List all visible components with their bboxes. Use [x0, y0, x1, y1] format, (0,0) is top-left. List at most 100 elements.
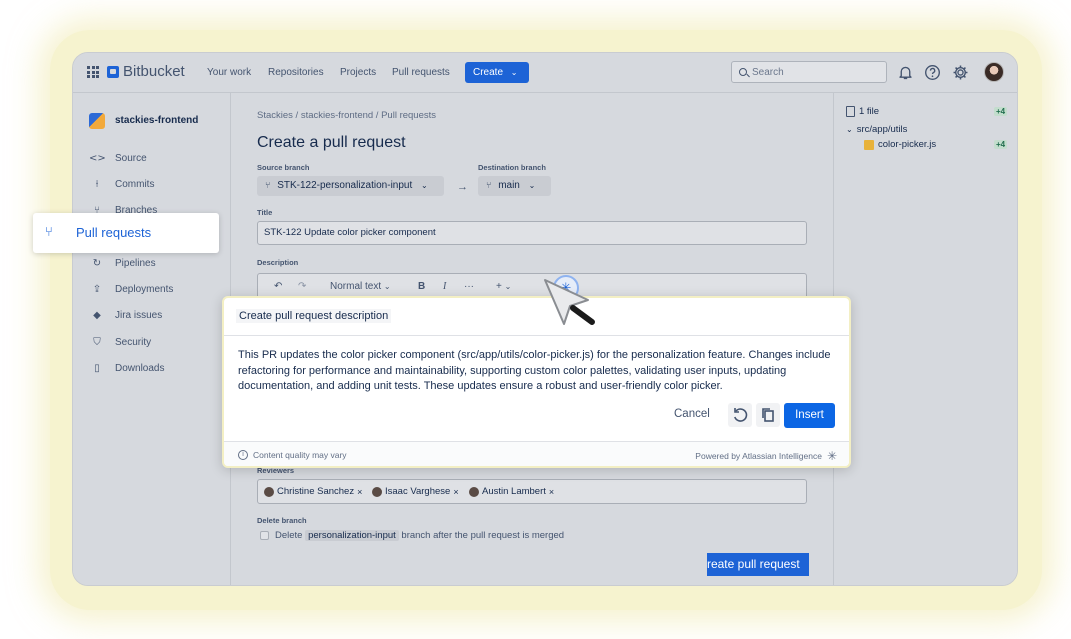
files-count[interactable]: 1 file: [846, 106, 879, 117]
bitbucket-logo-icon[interactable]: [107, 66, 119, 78]
sidebar-item-label: Downloads: [115, 362, 165, 374]
copy-icon: [762, 408, 774, 422]
branch-name-chip: personalization-input: [305, 530, 399, 541]
branch-icon: ⑂: [486, 181, 492, 191]
chevron-down-icon: ⌄: [504, 282, 512, 291]
breadcrumb-repo[interactable]: stackies-frontend: [301, 110, 373, 121]
app-switcher-icon[interactable]: [87, 66, 99, 78]
sidebar-item-deployments[interactable]: ⇪ Deployments: [89, 282, 174, 296]
breadcrumb-pull-requests[interactable]: Pull requests: [381, 110, 436, 121]
source-branch-label: Source branch: [257, 163, 310, 172]
dialog-title: Create pull request description: [236, 309, 392, 323]
create-pull-request-button[interactable]: Create pull request: [707, 553, 809, 576]
breadcrumb-stackies[interactable]: Stackies: [257, 110, 293, 121]
cancel-button[interactable]: Cancel: [674, 408, 710, 420]
sidebar-item-label: Deployments: [115, 283, 174, 295]
create-pull-request-label: Create pull request: [707, 557, 800, 571]
create-button-label: Create: [473, 67, 504, 78]
pipelines-icon: ↻: [92, 257, 102, 269]
file-icon: [846, 106, 855, 117]
folder-row[interactable]: ⌄ src/app/utils: [846, 124, 907, 135]
quality-disclaimer: i Content quality may vary: [238, 450, 347, 460]
powered-by: Powered by Atlassian Intelligence ✳: [695, 449, 837, 463]
user-avatar[interactable]: [984, 62, 1004, 82]
reviewer-chip[interactable]: Christine Sanchez ×: [264, 486, 362, 497]
delete-text-pre: Delete: [275, 530, 303, 541]
shield-icon: ⛉: [93, 336, 101, 348]
reviewers-input[interactable]: Christine Sanchez × Isaac Varghese × Aus…: [257, 479, 807, 504]
sidebar-item-label: Pipelines: [115, 257, 156, 269]
file-diff: +4: [994, 140, 1008, 149]
breadcrumb-separator: /: [292, 110, 301, 121]
dialog-header: Create pull request description: [224, 298, 849, 336]
pull-request-icon: ⑂: [45, 225, 53, 240]
delete-text-post: branch after the pull request is merged: [401, 530, 565, 541]
title-label: Title: [257, 208, 273, 217]
sidebar-item-jira-issues[interactable]: ◆ Jira issues: [89, 308, 162, 322]
sidebar-item-label: Commits: [115, 178, 155, 190]
reviewer-name: Austin Lambert: [482, 486, 546, 497]
source-branch-value: STK-122-personalization-input: [277, 180, 413, 191]
regenerate-button[interactable]: [728, 403, 752, 427]
notification-icon[interactable]: [897, 64, 914, 81]
copy-button[interactable]: [756, 403, 780, 427]
bold-button[interactable]: B: [418, 281, 425, 292]
nav-projects[interactable]: Projects: [340, 67, 376, 78]
page-title: Create a pull request: [257, 134, 406, 151]
delete-branch-checkbox[interactable]: [260, 531, 269, 540]
destination-branch-select[interactable]: ⑂ main ⌄: [478, 176, 551, 196]
close-icon[interactable]: ×: [453, 487, 458, 497]
reviewer-chip[interactable]: Austin Lambert ×: [469, 486, 554, 497]
delete-branch-text: Delete personalization-input branch afte…: [275, 530, 564, 541]
repository-name[interactable]: stackies-frontend: [115, 115, 198, 126]
files-panel: 1 file +4 ⌄ src/app/utils color-picker.j…: [833, 93, 1017, 585]
dialog-footer: i Content quality may vary Powered by At…: [224, 441, 849, 466]
sidebar-item-security[interactable]: ⛉ Security: [89, 335, 151, 349]
avatar: [469, 486, 479, 497]
jira-icon: ◆: [93, 309, 101, 321]
chevron-down-icon: ⌄: [421, 181, 428, 190]
redo-icon[interactable]: ↷: [298, 281, 306, 292]
generated-description: This PR updates the color picker compone…: [238, 349, 831, 392]
sidebar-item-source[interactable]: <> Source: [89, 151, 147, 165]
settings-icon[interactable]: [952, 64, 969, 81]
mouse-cursor-icon: [544, 279, 595, 325]
sidebar-item-pull-requests[interactable]: ⑂ Pull requests: [33, 213, 219, 253]
refresh-icon: [734, 408, 748, 422]
nav-pull-requests[interactable]: Pull requests: [392, 67, 450, 78]
javascript-file-icon: [864, 139, 874, 150]
app-name[interactable]: Bitbucket: [123, 63, 185, 80]
reviewer-chip[interactable]: Isaac Varghese ×: [372, 486, 459, 497]
source-branch-select[interactable]: ⑂ STK-122-personalization-input ⌄: [257, 176, 444, 196]
text-style-dropdown[interactable]: Normal text ⌄: [330, 281, 391, 292]
commit-icon: ⍿: [95, 178, 99, 190]
file-row[interactable]: color-picker.js: [864, 139, 936, 150]
undo-icon[interactable]: ↶: [274, 281, 282, 292]
files-count-diff: +4: [994, 107, 1008, 116]
sidebar-item-label: Security: [115, 336, 152, 348]
info-icon: i: [238, 450, 248, 460]
reviewer-name: Isaac Varghese: [385, 486, 451, 497]
insert-button[interactable]: Insert: [784, 403, 835, 428]
close-icon[interactable]: ×: [549, 487, 554, 497]
create-button[interactable]: Create ⌄: [465, 62, 529, 83]
italic-button[interactable]: I: [443, 281, 446, 292]
plus-icon: +: [496, 281, 502, 292]
sidebar-item-pipelines[interactable]: ↻ Pipelines: [89, 256, 156, 270]
insert-menu-button[interactable]: + ⌄: [496, 281, 511, 292]
ai-description-dialog: Create pull request description This PR …: [222, 296, 851, 468]
search-input[interactable]: Search: [731, 61, 887, 83]
sidebar-item-downloads[interactable]: ▯ Downloads: [89, 361, 164, 375]
destination-branch-value: main: [498, 180, 520, 191]
delete-branch-label: Delete branch: [257, 516, 307, 525]
sidebar-item-commits[interactable]: ⍿ Commits: [89, 177, 155, 191]
repository-avatar: [89, 113, 105, 129]
title-input[interactable]: STK-122 Update color picker component: [257, 221, 807, 245]
search-icon: [739, 68, 747, 76]
more-formatting-button[interactable]: ···: [464, 281, 474, 292]
breadcrumb-separator: /: [373, 110, 382, 121]
nav-repositories[interactable]: Repositories: [268, 67, 324, 78]
help-icon[interactable]: [924, 64, 941, 81]
close-icon[interactable]: ×: [357, 487, 362, 497]
nav-your-work[interactable]: Your work: [207, 67, 251, 78]
